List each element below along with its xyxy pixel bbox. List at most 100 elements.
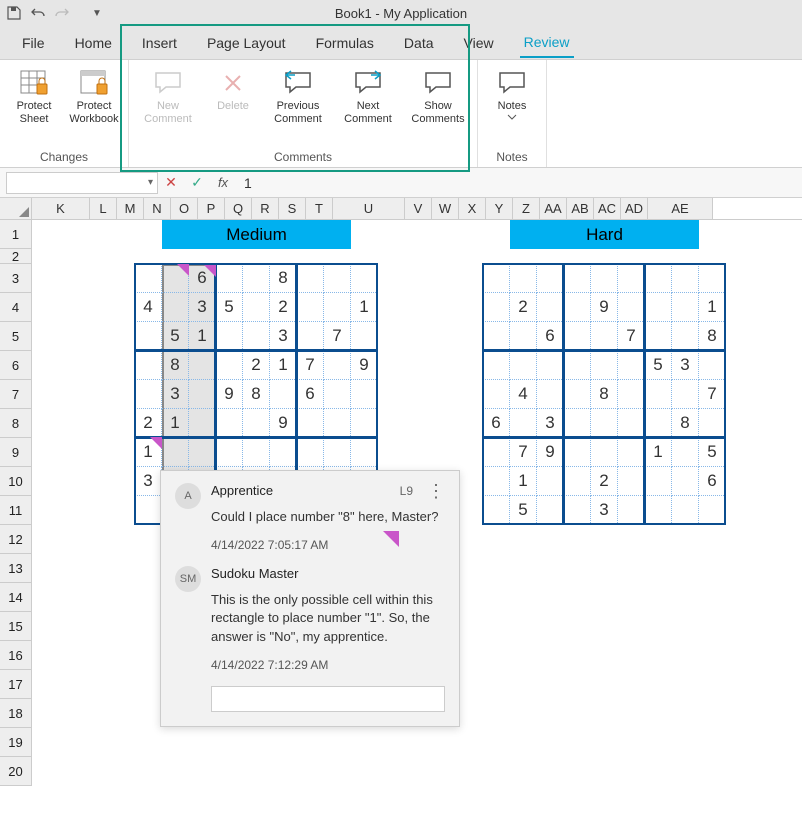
sudoku-cell[interactable]	[324, 438, 351, 467]
tab-formulas[interactable]: Formulas	[312, 29, 378, 57]
sudoku-cell[interactable]: 7	[699, 380, 726, 409]
sudoku-cell[interactable]	[645, 467, 672, 496]
sudoku-cell[interactable]	[270, 438, 297, 467]
sudoku-cell[interactable]	[324, 351, 351, 380]
sudoku-cell[interactable]	[537, 467, 564, 496]
tab-review[interactable]: Review	[520, 28, 574, 58]
sudoku-cell[interactable]: 7	[618, 322, 645, 351]
sudoku-cell[interactable]	[243, 293, 270, 322]
sudoku-cell[interactable]: 1	[351, 293, 378, 322]
sudoku-cell[interactable]	[618, 496, 645, 525]
column-header-S[interactable]: S	[279, 198, 306, 219]
sudoku-cell[interactable]	[216, 438, 243, 467]
sudoku-cell[interactable]	[537, 293, 564, 322]
sudoku-cell[interactable]: 2	[510, 293, 537, 322]
sudoku-cell[interactable]	[483, 467, 510, 496]
column-header-Q[interactable]: Q	[225, 198, 252, 219]
column-header-Y[interactable]: Y	[486, 198, 513, 219]
sudoku-cell[interactable]	[645, 496, 672, 525]
sudoku-cell[interactable]: 3	[189, 293, 216, 322]
comment-indicator[interactable]	[177, 264, 189, 276]
row-header-17[interactable]: 17	[0, 670, 32, 699]
column-header-Z[interactable]: Z	[513, 198, 540, 219]
sudoku-cell[interactable]	[537, 496, 564, 525]
column-header-U[interactable]: U	[333, 198, 405, 219]
tab-page-layout[interactable]: Page Layout	[203, 29, 290, 57]
sudoku-cell[interactable]	[672, 264, 699, 293]
sudoku-cell[interactable]	[216, 322, 243, 351]
row-header-3[interactable]: 3	[0, 264, 32, 293]
sudoku-cell[interactable]	[324, 293, 351, 322]
comment-menu-icon[interactable]: ⋮	[427, 487, 445, 495]
sudoku-cell[interactable]	[270, 380, 297, 409]
row-header-18[interactable]: 18	[0, 699, 32, 728]
sudoku-cell[interactable]	[216, 264, 243, 293]
row-header-12[interactable]: 12	[0, 525, 32, 554]
sudoku-cell[interactable]: 7	[297, 351, 324, 380]
sudoku-cell[interactable]	[135, 351, 162, 380]
sudoku-cell[interactable]	[243, 264, 270, 293]
row-header-10[interactable]: 10	[0, 467, 32, 496]
sudoku-cell[interactable]	[537, 264, 564, 293]
sudoku-cell[interactable]	[672, 496, 699, 525]
sudoku-cell[interactable]: 4	[135, 293, 162, 322]
redo-icon[interactable]	[54, 5, 70, 21]
sudoku-cell[interactable]	[483, 293, 510, 322]
sudoku-cell[interactable]	[510, 351, 537, 380]
sudoku-cell[interactable]: 5	[162, 322, 189, 351]
sudoku-cell[interactable]: 3	[162, 380, 189, 409]
sudoku-cell[interactable]	[564, 409, 591, 438]
row-header-13[interactable]: 13	[0, 554, 32, 583]
sudoku-cell[interactable]: 9	[351, 351, 378, 380]
sudoku-cell[interactable]	[297, 438, 324, 467]
column-header-M[interactable]: M	[117, 198, 144, 219]
sudoku-cell[interactable]	[351, 322, 378, 351]
sudoku-cell[interactable]	[618, 380, 645, 409]
sudoku-cell[interactable]: 8	[672, 409, 699, 438]
sudoku-cell[interactable]	[189, 409, 216, 438]
sudoku-cell[interactable]: 5	[510, 496, 537, 525]
sudoku-cell[interactable]	[618, 351, 645, 380]
sudoku-hard-grid[interactable]: 29167853487638791512653	[483, 264, 726, 525]
sudoku-cell[interactable]	[162, 293, 189, 322]
sudoku-cell[interactable]	[297, 293, 324, 322]
sudoku-cell[interactable]: 6	[699, 467, 726, 496]
sudoku-cell[interactable]: 8	[162, 351, 189, 380]
sudoku-cell[interactable]: 7	[510, 438, 537, 467]
column-header-AB[interactable]: AB	[567, 198, 594, 219]
column-header-L[interactable]: L	[90, 198, 117, 219]
sudoku-cell[interactable]: 2	[135, 409, 162, 438]
sudoku-cell[interactable]	[537, 351, 564, 380]
sudoku-cell[interactable]	[618, 409, 645, 438]
fx-icon[interactable]: fx	[210, 175, 236, 190]
sudoku-cell[interactable]	[216, 351, 243, 380]
sudoku-cell[interactable]	[216, 409, 243, 438]
sudoku-cell[interactable]	[324, 409, 351, 438]
sudoku-cell[interactable]	[645, 409, 672, 438]
sudoku-cell[interactable]	[618, 467, 645, 496]
column-header-P[interactable]: P	[198, 198, 225, 219]
sudoku-cell[interactable]	[324, 264, 351, 293]
row-header-11[interactable]: 11	[0, 496, 32, 525]
sudoku-cell[interactable]	[351, 380, 378, 409]
column-header-V[interactable]: V	[405, 198, 432, 219]
sudoku-cell[interactable]	[672, 322, 699, 351]
delete-comment-button[interactable]: Delete	[205, 68, 261, 113]
sudoku-cell[interactable]	[483, 380, 510, 409]
notes-button[interactable]: Notes	[484, 68, 540, 121]
sudoku-cell[interactable]	[591, 264, 618, 293]
cancel-icon[interactable]: ✕	[158, 174, 184, 191]
sudoku-cell[interactable]: 8	[243, 380, 270, 409]
column-header-O[interactable]: O	[171, 198, 198, 219]
sudoku-cell[interactable]: 8	[699, 322, 726, 351]
sudoku-cell[interactable]	[510, 409, 537, 438]
sudoku-cell[interactable]: 3	[135, 467, 162, 496]
tab-view[interactable]: View	[460, 29, 498, 57]
sudoku-cell[interactable]: 4	[510, 380, 537, 409]
sudoku-cell[interactable]	[510, 322, 537, 351]
tab-home[interactable]: Home	[71, 29, 116, 57]
sudoku-cell[interactable]	[483, 264, 510, 293]
enter-icon[interactable]: ✓	[184, 174, 210, 191]
sudoku-cell[interactable]	[564, 380, 591, 409]
sudoku-cell[interactable]	[324, 380, 351, 409]
